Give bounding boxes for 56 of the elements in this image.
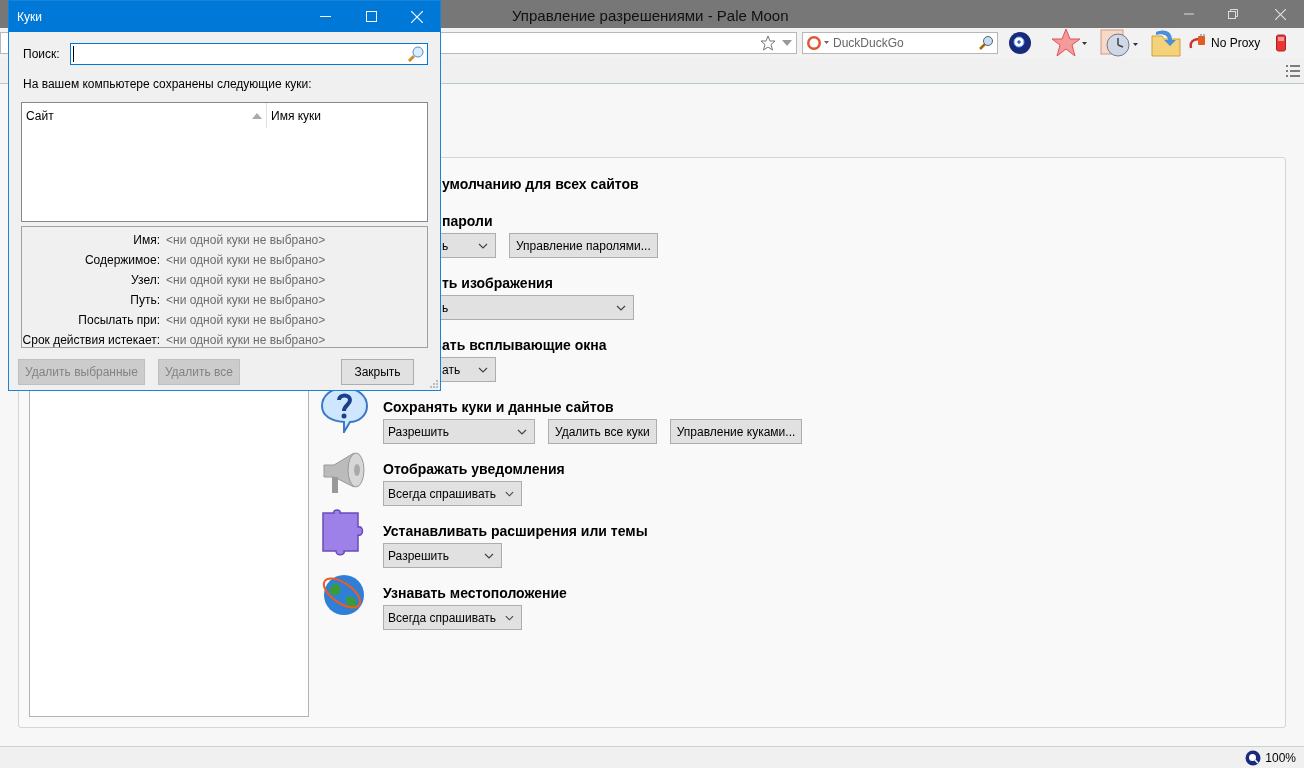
setting-title: Отображать уведомления [383, 460, 565, 479]
proxy-button[interactable]: No Proxy [1211, 34, 1261, 52]
dropdown[interactable]: Всегда спрашивать [383, 605, 522, 630]
search-icon[interactable] [978, 35, 994, 51]
field-label: Срок действия истекает: [22, 332, 160, 349]
star-icon[interactable] [760, 35, 776, 51]
cookie-list[interactable]: Сайт Имя куки [21, 102, 428, 222]
field-label: Путь: [129, 292, 160, 309]
setting-title: Узнавать местоположение [383, 584, 567, 603]
battery-icon[interactable] [1276, 34, 1287, 52]
dialog-title: Куки [17, 8, 42, 26]
field-value: <ни одной куки не выбрано> [166, 312, 327, 329]
field-label: Содержимое: [83, 252, 160, 269]
field-value: <ни одной куки не выбрано> [166, 332, 327, 349]
dropdown[interactable]: Разрешить [383, 419, 535, 444]
column-header[interactable]: Имя куки [267, 103, 427, 128]
setting-title: ать всплывающие окна [442, 336, 608, 355]
search-engine-icon[interactable] [806, 35, 830, 51]
setting-title: ть изображения [442, 274, 554, 293]
bookmark-star-icon[interactable] [1051, 28, 1087, 58]
column-header[interactable]: Сайт [22, 103, 267, 128]
field-value: <ни одной куки не выбрано> [166, 252, 327, 269]
field-label: Посылать при: [77, 312, 160, 329]
dropdown[interactable]: ь [440, 233, 496, 258]
setting-title: Сохранять куки и данные сайтов [383, 398, 615, 417]
folder-arrow-icon[interactable] [1150, 28, 1182, 58]
manage-button[interactable]: Управление паролями... [509, 233, 658, 258]
search-field[interactable] [70, 43, 428, 65]
dropdown[interactable]: Всегда спрашивать [383, 481, 522, 506]
cookies-intro: На вашем компьютере сохранены следующие куки: [23, 76, 313, 93]
setting-title: Устанавливать расширения или темы [383, 522, 648, 541]
menu-list-icon[interactable] [1286, 64, 1300, 77]
field-label: Имя: [132, 232, 160, 249]
zoom-level: 100% [1265, 749, 1296, 767]
field-label: Узел: [130, 272, 160, 289]
search-label: Поиск: [23, 46, 61, 63]
section-heading: умолчанию для всех сайтов [442, 175, 640, 194]
dropdown-icon[interactable] [782, 39, 792, 47]
field-value: <ни одной куки не выбрано> [166, 232, 327, 249]
field-value: <ни одной куки не выбрано> [166, 272, 327, 289]
close-icon[interactable] [1275, 9, 1286, 20]
dropdown[interactable]: ать [440, 357, 496, 382]
restore-icon[interactable] [1228, 9, 1238, 19]
history-clock-icon[interactable] [1100, 28, 1138, 58]
search-icon[interactable] [407, 45, 425, 63]
cookie-button[interactable]: Удалить все куки [548, 419, 657, 444]
window-title: Управление разрешениями - Pale Moon [512, 6, 789, 26]
dialog-button[interactable]: Закрыть [341, 359, 414, 385]
field-value: <ни одной куки не выбрано> [166, 292, 327, 309]
setting-title: пароли [442, 212, 494, 231]
search-field[interactable]: DuckDuckGo [802, 32, 998, 54]
maximize-icon[interactable] [366, 11, 377, 22]
resize-grip-icon[interactable] [430, 380, 438, 388]
cookie-button[interactable]: Управление куками... [669, 419, 803, 444]
dropdown[interactable]: ь [440, 295, 634, 320]
dropdown[interactable]: Разрешить [383, 543, 502, 568]
